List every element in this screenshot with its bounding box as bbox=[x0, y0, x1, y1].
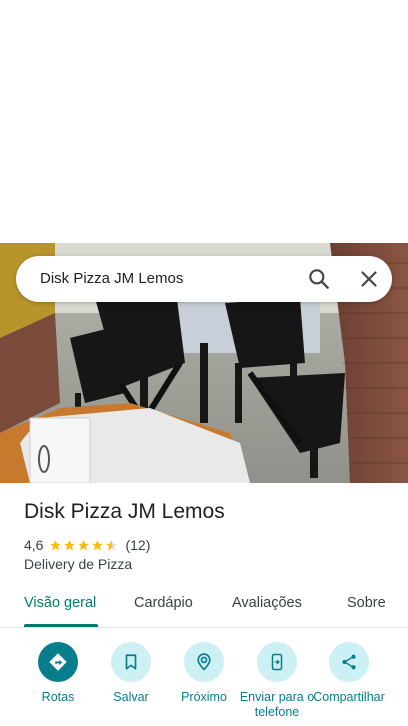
star-full-icon bbox=[64, 539, 76, 550]
share-icon bbox=[342, 654, 356, 670]
search-icon[interactable] bbox=[306, 266, 332, 292]
tabs-divider bbox=[0, 627, 408, 628]
nearby-button-circle[interactable] bbox=[184, 642, 224, 682]
search-query-text[interactable]: Disk Pizza JM Lemos bbox=[40, 256, 183, 302]
place-details-screen: Disk Pizza JM Lemos Disk Pizza JM Lemos … bbox=[0, 0, 408, 726]
reviews-count[interactable]: (12) bbox=[125, 537, 150, 553]
star-full-icon bbox=[92, 539, 104, 550]
directions-button-circle[interactable] bbox=[38, 642, 78, 682]
nearby-icon bbox=[197, 653, 211, 671]
rating-value: 4,6 bbox=[24, 537, 44, 553]
star-full-icon bbox=[78, 539, 90, 550]
share-label: Compartilhar bbox=[313, 690, 385, 704]
tab-reviews[interactable]: Avaliações bbox=[232, 595, 302, 611]
place-category: Delivery de Pizza bbox=[24, 556, 133, 572]
send-to-phone-button-circle[interactable] bbox=[257, 642, 297, 682]
share-button-circle[interactable] bbox=[329, 642, 369, 682]
send-to-phone-label: Enviar para o telefone bbox=[239, 690, 315, 719]
directions-icon bbox=[49, 653, 67, 671]
search-bar[interactable]: Disk Pizza JM Lemos bbox=[16, 256, 392, 302]
tab-overview[interactable]: Visão geral bbox=[24, 595, 96, 611]
bookmark-icon bbox=[125, 654, 137, 670]
directions-label: Rotas bbox=[41, 690, 75, 704]
rating-row[interactable]: 4,6 (12) bbox=[24, 536, 150, 554]
save-label: Salvar bbox=[113, 690, 149, 704]
close-icon[interactable] bbox=[356, 266, 382, 292]
place-title: Disk Pizza JM Lemos bbox=[24, 500, 225, 523]
tab-menu[interactable]: Cardápio bbox=[134, 595, 193, 611]
send-to-phone-icon bbox=[271, 653, 283, 671]
tab-about[interactable]: Sobre bbox=[347, 595, 386, 611]
save-button-circle[interactable] bbox=[111, 642, 151, 682]
nearby-label: Próximo bbox=[181, 690, 227, 704]
rating-stars bbox=[49, 539, 119, 552]
star-full-icon bbox=[50, 539, 62, 550]
tab-bar: Visão geral Cardápio Avaliações Sobre bbox=[0, 590, 408, 628]
action-buttons: Rotas Salvar Próximo Enviar para o telef… bbox=[0, 638, 408, 726]
star-half-icon bbox=[106, 539, 118, 550]
